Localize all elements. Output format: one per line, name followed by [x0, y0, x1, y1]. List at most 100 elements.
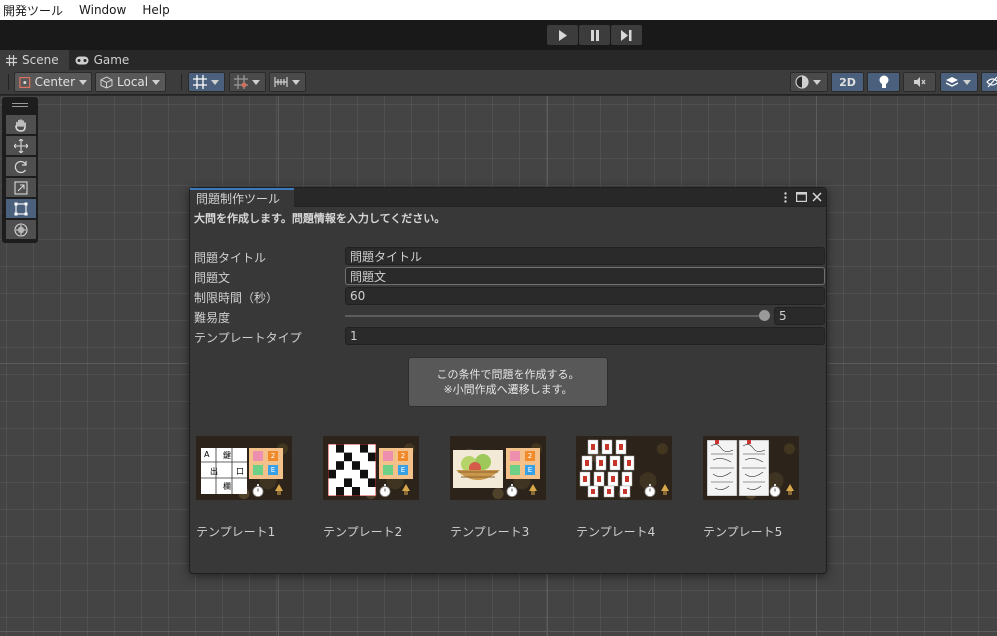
panel-tile: E: [398, 465, 408, 475]
template-label: テンプレート3: [450, 525, 530, 539]
toggle-2d-label: 2D: [839, 75, 856, 89]
difficulty-slider-thumb[interactable]: [759, 310, 770, 321]
scale-tool-button[interactable]: [6, 178, 36, 197]
view-tool-button[interactable]: [6, 115, 36, 134]
template-card-3[interactable]: 2 E テンプレート3: [450, 436, 548, 540]
stopwatch-icon: [769, 484, 781, 497]
title-field[interactable]: 問題タイトル: [345, 247, 825, 265]
stopwatch-icon: [379, 484, 391, 497]
create-button-line2: ※小問作成へ遷移します。: [443, 383, 573, 396]
difficulty-label: 難易度: [194, 311, 231, 325]
grid-snap-dropdown[interactable]: [188, 72, 225, 92]
effects-dropdown[interactable]: [940, 72, 978, 92]
pivot-dropdown[interactable]: Center: [14, 72, 92, 92]
rect-tool-button[interactable]: [6, 199, 36, 218]
lamp-icon: [275, 484, 283, 495]
maximize-button[interactable]: [794, 190, 808, 204]
template-card-4[interactable]: テンプレート4: [576, 436, 674, 540]
difficulty-slider-track[interactable]: [345, 315, 765, 317]
chevron-down-icon: [152, 79, 161, 85]
tab-scene[interactable]: Scene: [0, 50, 69, 70]
shading-sphere-icon: [795, 75, 809, 89]
maximize-icon: [795, 192, 807, 202]
menu-dev-tools[interactable]: 開発ツール: [0, 2, 71, 19]
pivot-label: Center: [34, 75, 75, 89]
rotate-tool-button[interactable]: [6, 157, 36, 176]
panel-tile: E: [268, 465, 278, 475]
icon-panel: 2 E: [379, 448, 413, 479]
snap-increment-icon: [234, 75, 248, 89]
increment-snap-dropdown[interactable]: [229, 72, 266, 92]
play-toolbar: [0, 20, 997, 50]
space-dropdown[interactable]: Local: [95, 72, 166, 92]
template-type-label: テンプレートタイプ: [194, 331, 302, 345]
template-thumbnail[interactable]: [576, 436, 672, 500]
grid-snap-icon: [193, 75, 207, 89]
window-title-tab[interactable]: 問題制作ツール: [190, 188, 295, 207]
problem-creation-window: 問題制作ツール 大問を作成します。問題情報を入力してください。 問題タイトル 問…: [189, 187, 827, 574]
close-button[interactable]: [810, 190, 824, 204]
template-type-field[interactable]: 1: [345, 327, 825, 345]
tab-game-label: Game: [93, 53, 130, 67]
lamp-icon: [786, 484, 794, 495]
gamepad-icon: [75, 56, 89, 65]
view-tab-strip: Scene Game: [0, 50, 997, 70]
audio-toggle[interactable]: [903, 72, 936, 92]
panel-tile: 2: [268, 451, 278, 461]
template-thumbnail[interactable]: 2 E: [323, 436, 419, 500]
lighting-toggle[interactable]: [867, 72, 900, 92]
chevron-down-icon: [252, 79, 260, 85]
template-card-2[interactable]: 2 E テンプレート2: [323, 436, 421, 540]
space-label: Local: [117, 75, 149, 89]
create-button-line1: この条件で問題を作成する。: [436, 368, 580, 381]
window-header: 問題制作ツール: [190, 188, 826, 207]
toggle-2d-button[interactable]: 2D: [831, 72, 864, 92]
menu-bar: 開発ツール Window Help: [0, 0, 997, 20]
palette-grip[interactable]: [12, 103, 28, 104]
window-description: 大問を作成します。問題情報を入力してください。: [194, 212, 446, 225]
difficulty-value-field[interactable]: 5: [774, 307, 825, 325]
step-icon: [621, 29, 632, 41]
template-thumbnail[interactable]: [703, 436, 799, 500]
ruler-dropdown[interactable]: [269, 72, 306, 92]
time-limit-field[interactable]: 60: [345, 287, 825, 305]
lamp-icon: [529, 484, 537, 495]
move-arrows-icon: [14, 138, 28, 153]
card-grid-image: [579, 439, 635, 498]
play-button[interactable]: [547, 25, 578, 45]
template-label: テンプレート2: [323, 525, 403, 539]
menu-window[interactable]: Window: [71, 3, 134, 17]
template-card-5[interactable]: テンプレート5: [703, 436, 801, 540]
play-icon: [558, 29, 567, 41]
icon-panel: 2 E: [506, 448, 540, 479]
panel-tile: 2: [398, 451, 408, 461]
stopwatch-icon: [506, 484, 518, 497]
step-button[interactable]: [611, 25, 642, 45]
palette-grip[interactable]: [12, 106, 28, 107]
pause-button[interactable]: [579, 25, 610, 45]
window-menu-button[interactable]: [778, 190, 792, 204]
chevron-down-icon: [813, 79, 821, 85]
toolbar-separator: [181, 74, 182, 90]
grid-icon: [6, 54, 17, 66]
create-problem-button[interactable]: この条件で問題を作成する。 ※小問作成へ遷移します。: [408, 357, 608, 407]
draw-mode-dropdown[interactable]: [790, 72, 828, 92]
visibility-icon: [986, 76, 997, 88]
move-tool-button[interactable]: [6, 136, 36, 155]
template-thumbnail[interactable]: 2 E: [450, 436, 546, 500]
template-card-1[interactable]: A 鍵 出 口 欄 2 E テンプレート1: [196, 436, 294, 540]
panel-tile: E: [525, 465, 535, 475]
rotate-icon: [14, 160, 27, 173]
lamp-icon: [661, 484, 669, 495]
hidden-objects-toggle[interactable]: [981, 72, 997, 92]
scene-toolbar: Center Local 2D: [0, 70, 997, 95]
black-white-grid: [328, 444, 376, 496]
audio-mute-icon: [914, 77, 926, 87]
tool-palette: [2, 97, 38, 243]
cube-icon: [100, 75, 113, 89]
transform-tool-button[interactable]: [6, 220, 36, 239]
text-field[interactable]: 問題文: [345, 267, 825, 285]
tab-game[interactable]: Game: [69, 50, 140, 70]
template-thumbnail[interactable]: A 鍵 出 口 欄 2 E: [196, 436, 292, 500]
menu-help[interactable]: Help: [134, 3, 177, 17]
